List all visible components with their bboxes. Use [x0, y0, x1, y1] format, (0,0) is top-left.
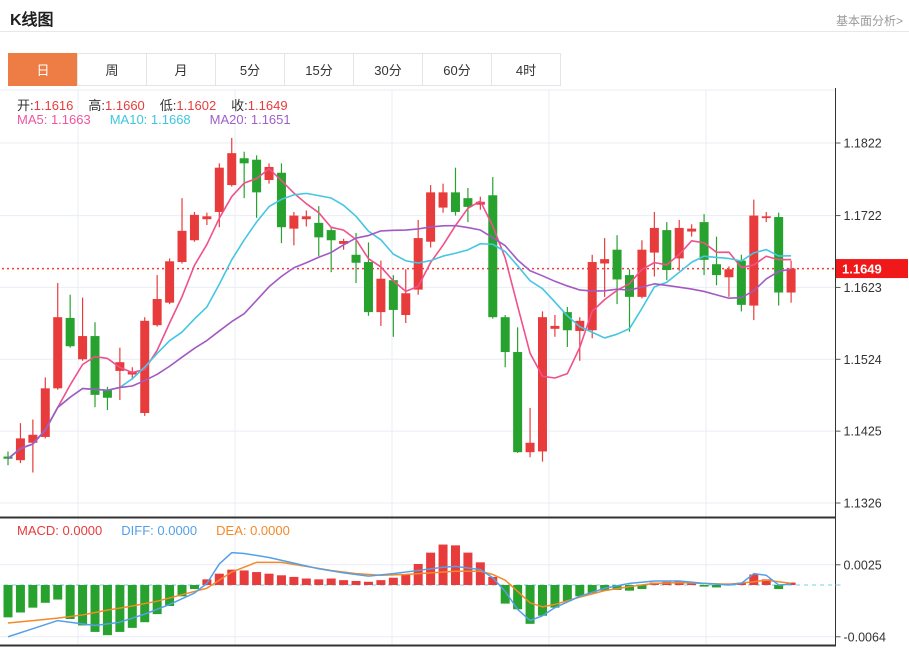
price-axis: 1.1822 1.1722 1.1623 1.1524 1.1425 1.1326 0.00…: [835, 137, 886, 644]
tab-4hour[interactable]: 4时: [491, 53, 561, 86]
svg-text:1.1649: 1.1649: [842, 261, 882, 276]
svg-text:1.1425: 1.1425: [844, 425, 882, 439]
tab-15min[interactable]: 15分: [284, 53, 354, 86]
chart-frame: [0, 88, 836, 647]
macd-item-2: DEA: 0.0000: [216, 523, 290, 538]
ma5-line: [7, 167, 792, 460]
ma-item-1: MA10: 1.1668: [109, 112, 191, 127]
macd-item-0: MACD: 0.0000: [17, 523, 103, 538]
tab-week[interactable]: 周: [77, 53, 147, 86]
svg-text:1.1722: 1.1722: [844, 209, 882, 223]
period-tabs: 日周月 5分 15分 30分 60分 4时: [8, 53, 561, 86]
ohlc-item-3: 收:1.1649: [231, 98, 288, 113]
svg-text:1.1623: 1.1623: [844, 281, 882, 295]
svg-text:1.1326: 1.1326: [844, 496, 882, 510]
ohlc-item-0: 开:1.1616: [17, 98, 74, 113]
kline-page: K线图 基本面分析> 日周月 5分 15分 30分 60分 4时 1.1822 1.1722…: [0, 0, 909, 648]
gridlines: [0, 89, 835, 644]
dea-line: [7, 561, 792, 624]
tab-month[interactable]: 月: [146, 53, 216, 86]
svg-text:1.1822: 1.1822: [844, 137, 882, 151]
tab-60min[interactable]: 60分: [422, 53, 492, 86]
macd-legend: MACD: 0.0000 DIFF: 0.0000 DEA: 0.0000: [17, 523, 309, 538]
tab-day[interactable]: 日: [8, 53, 78, 86]
svg-text:-0.0064: -0.0064: [844, 630, 886, 644]
last-price-badge: 1.1649: [836, 259, 908, 279]
ma-item-2: MA20: 1.1651: [209, 112, 291, 127]
ma10-line: [7, 192, 792, 460]
ma-legend: MA5: 1.1663 MA10: 1.1668 MA20: 1.1651: [17, 112, 310, 127]
ohlc-item-2: 低:1.1602: [159, 98, 217, 113]
svg-text:1.1524: 1.1524: [844, 353, 882, 367]
candles-layer: [3, 137, 796, 473]
tab-5min[interactable]: 5分: [215, 53, 285, 86]
ma20-line: [7, 224, 792, 460]
tab-30min[interactable]: 30分: [353, 53, 423, 86]
ma-item-0: MA5: 1.1663: [17, 112, 91, 127]
macd-item-1: DIFF: 0.0000: [121, 523, 198, 538]
svg-text:0.0025: 0.0025: [844, 558, 882, 572]
ohlc-item-1: 高:1.1660: [88, 98, 145, 113]
